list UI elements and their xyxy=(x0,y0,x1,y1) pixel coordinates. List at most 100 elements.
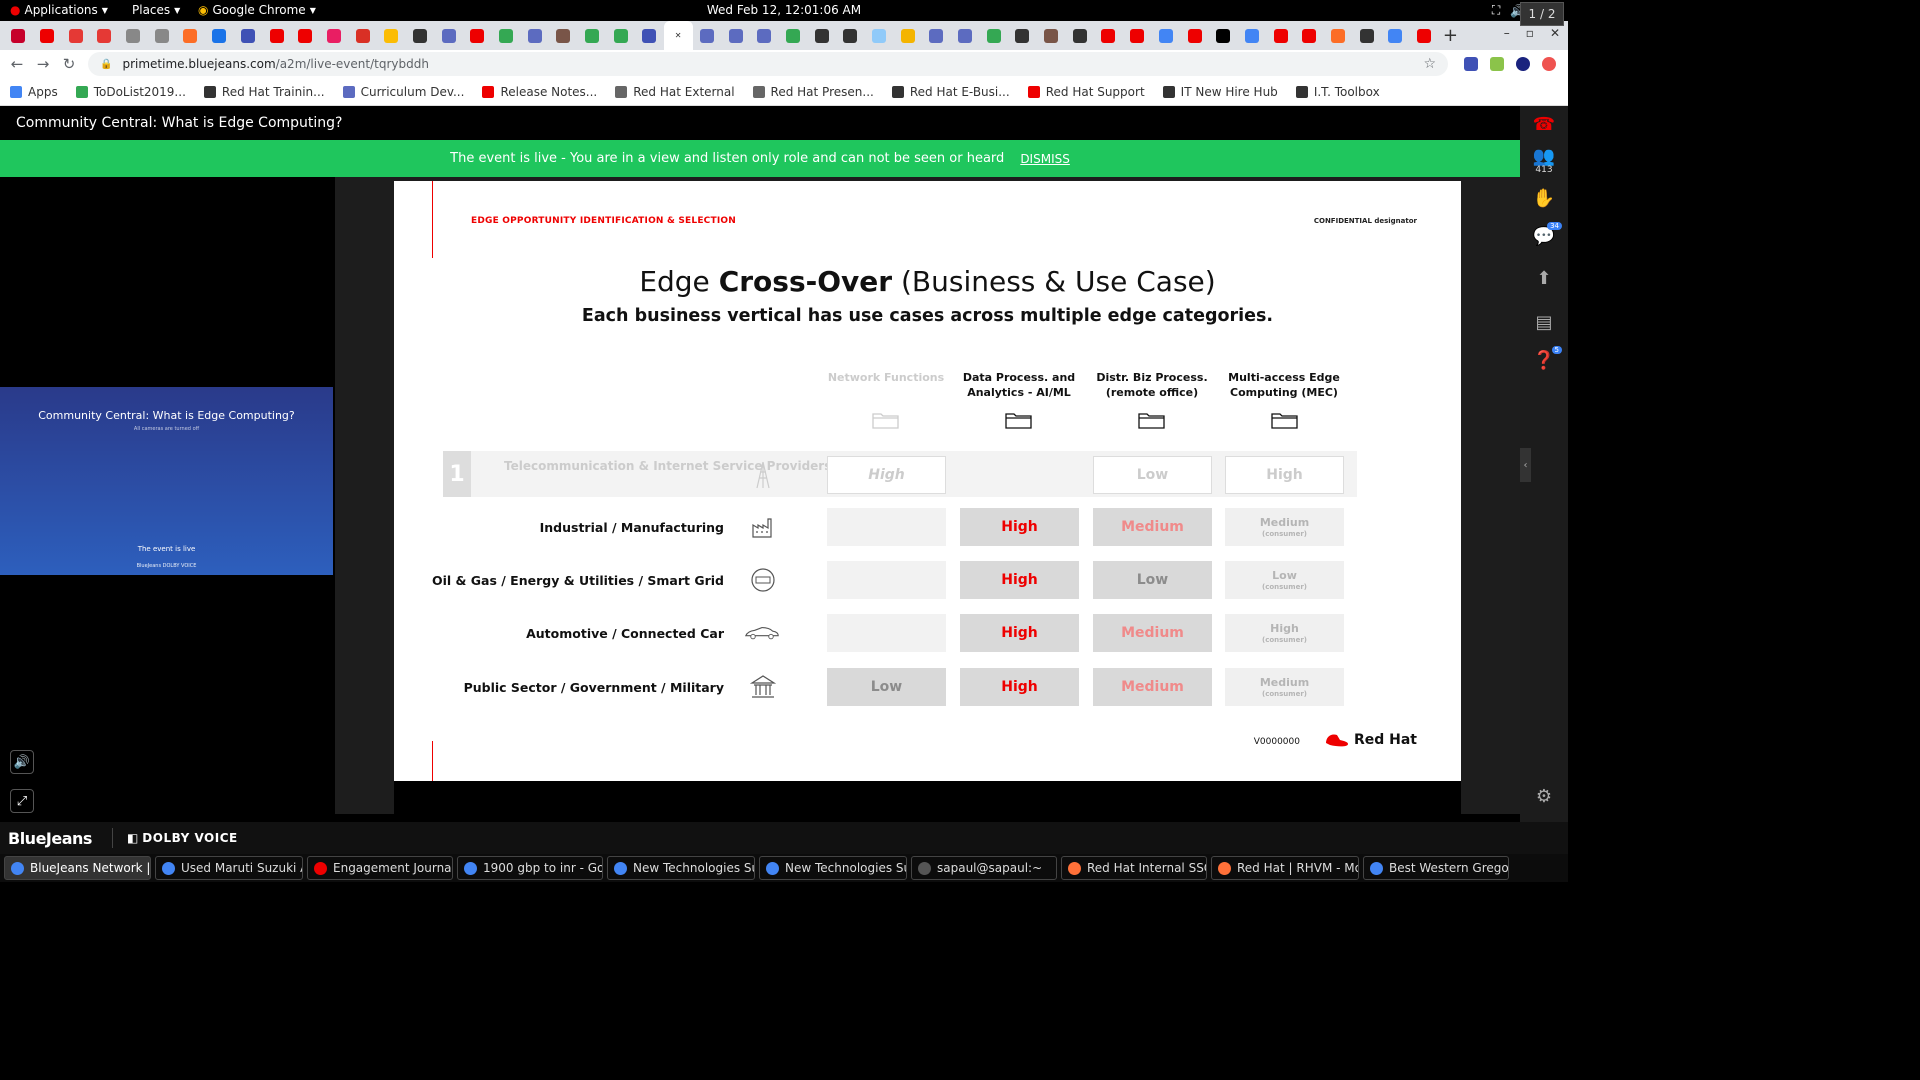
taskbar-window[interactable]: Best Western Gregor... xyxy=(1363,856,1509,880)
bookmark-item[interactable]: I.T. Toolbox xyxy=(1295,85,1380,99)
browser-tab[interactable] xyxy=(951,21,980,50)
browser-tab[interactable] xyxy=(578,21,607,50)
browser-menu[interactable]: ◉ Google Chrome ▼ xyxy=(198,3,316,17)
browser-tab[interactable] xyxy=(406,21,435,50)
browser-tab[interactable] xyxy=(205,21,234,50)
browser-tab[interactable] xyxy=(1094,21,1123,50)
browser-tab[interactable] xyxy=(1209,21,1238,50)
browser-tab[interactable] xyxy=(492,21,521,50)
browser-tab[interactable] xyxy=(291,21,320,50)
presenter-thumbnail[interactable]: Community Central: What is Edge Computin… xyxy=(0,387,333,575)
taskbar-window[interactable]: Used Maruti Suzuki Al... xyxy=(155,856,303,880)
bookmark-item[interactable]: Red Hat Support xyxy=(1027,85,1145,99)
browser-tab[interactable] xyxy=(1180,21,1209,50)
browser-tab[interactable] xyxy=(520,21,549,50)
bookmark-item[interactable]: IT New Hire Hub xyxy=(1162,85,1278,99)
browser-tab[interactable] xyxy=(434,21,463,50)
chat-button[interactable]: 💬 34 xyxy=(1520,222,1568,247)
browser-tab[interactable] xyxy=(549,21,578,50)
browser-tab[interactable] xyxy=(635,21,664,50)
browser-tab[interactable] xyxy=(779,21,808,50)
browser-tab[interactable] xyxy=(893,21,922,50)
browser-tab[interactable] xyxy=(320,21,349,50)
browser-tab[interactable] xyxy=(4,21,33,50)
browser-tab[interactable] xyxy=(1008,21,1037,50)
dismiss-button[interactable]: DISMISS xyxy=(1020,152,1070,166)
browser-tab[interactable] xyxy=(147,21,176,50)
bookmark-item[interactable]: ToDoList2019... xyxy=(75,85,186,99)
taskbar-window[interactable]: Red Hat | RHVM - Mo... xyxy=(1211,856,1359,880)
taskbar-window[interactable]: Red Hat Internal SSO... xyxy=(1061,856,1207,880)
qa-button[interactable]: ❓ 5 xyxy=(1520,346,1568,371)
close-tab-icon[interactable]: ✕ xyxy=(675,31,682,40)
browser-tab[interactable] xyxy=(262,21,291,50)
browser-tab[interactable] xyxy=(176,21,205,50)
browser-tab[interactable] xyxy=(348,21,377,50)
maximize-icon[interactable]: ▫ xyxy=(1526,26,1534,40)
taskbar-window[interactable]: sapaul@sapaul:~ xyxy=(911,856,1057,880)
browser-tab[interactable] xyxy=(693,21,722,50)
extension-icon[interactable] xyxy=(1542,57,1556,71)
taskbar-window[interactable]: BlueJeans Network | ... xyxy=(4,856,151,880)
bookmark-item[interactable]: Curriculum Dev... xyxy=(342,85,464,99)
browser-tab[interactable] xyxy=(721,21,750,50)
browser-tab[interactable] xyxy=(606,21,635,50)
reload-icon[interactable]: ↻ xyxy=(56,55,82,73)
settings-gear-icon[interactable]: ⚙ xyxy=(1520,786,1568,807)
workspace-switcher[interactable]: 1 / 2 xyxy=(1520,2,1564,26)
browser-tab[interactable] xyxy=(1295,21,1324,50)
places-menu[interactable]: Places ▼ xyxy=(132,3,180,17)
share-icon[interactable]: ⬆ xyxy=(1520,268,1568,289)
bookmark-star-icon[interactable]: ☆ xyxy=(1423,56,1436,72)
browser-tab[interactable] xyxy=(1123,21,1152,50)
collapse-rail-handle[interactable]: ‹ xyxy=(1520,448,1531,482)
browser-tab[interactable] xyxy=(377,21,406,50)
browser-tab[interactable] xyxy=(61,21,90,50)
browser-tab[interactable] xyxy=(234,21,263,50)
profile-avatar[interactable] xyxy=(1516,57,1530,71)
taskbar-window[interactable]: Engagement Journal:... xyxy=(307,856,453,880)
browser-tab[interactable] xyxy=(1352,21,1381,50)
leave-call-icon[interactable]: ☎ xyxy=(1520,114,1568,135)
browser-tab[interactable] xyxy=(1037,21,1066,50)
browser-tab[interactable] xyxy=(1381,21,1410,50)
browser-tab[interactable] xyxy=(807,21,836,50)
browser-tab[interactable] xyxy=(1065,21,1094,50)
bookmark-item[interactable]: Red Hat Presen... xyxy=(752,85,874,99)
browser-tab[interactable] xyxy=(1410,21,1439,50)
browser-tab[interactable] xyxy=(463,21,492,50)
back-icon[interactable]: ← xyxy=(4,55,30,73)
extension-icon[interactable] xyxy=(1490,57,1504,71)
browser-tab[interactable] xyxy=(979,21,1008,50)
bookmark-item[interactable]: Red Hat Trainin... xyxy=(203,85,325,99)
bookmark-item[interactable]: Red Hat E-Busi... xyxy=(891,85,1010,99)
browser-tab[interactable] xyxy=(1266,21,1295,50)
browser-tab[interactable] xyxy=(922,21,951,50)
bookmark-item[interactable]: Apps xyxy=(10,85,58,99)
feedback-icon[interactable]: ▤ xyxy=(1520,312,1568,333)
close-icon[interactable]: ✕ xyxy=(1550,26,1560,40)
forward-icon[interactable]: → xyxy=(30,55,56,73)
participants-button[interactable]: 👥 413 xyxy=(1520,146,1568,175)
taskbar-window[interactable]: New Technologies Su... xyxy=(759,856,907,880)
browser-tab[interactable] xyxy=(1238,21,1267,50)
bookmark-item[interactable]: Red Hat External xyxy=(615,85,735,99)
applications-menu[interactable]: ● Applications ▼ xyxy=(10,3,108,17)
taskbar-window[interactable]: New Technologies Su... xyxy=(607,856,755,880)
speaker-volume-button[interactable]: 🔊 xyxy=(10,750,34,774)
browser-tab[interactable] xyxy=(90,21,119,50)
new-tab-button[interactable]: + xyxy=(1438,25,1462,46)
browser-tab[interactable] xyxy=(750,21,779,50)
taskbar-window[interactable]: 1900 gbp to inr - Go... xyxy=(457,856,603,880)
clock[interactable]: Wed Feb 12, 12:01:06 AM xyxy=(707,3,861,17)
browser-tab[interactable] xyxy=(1324,21,1353,50)
minimize-icon[interactable]: – xyxy=(1504,26,1510,40)
browser-tab[interactable] xyxy=(865,21,894,50)
fullscreen-button[interactable]: ⤢ xyxy=(10,789,34,813)
address-bar[interactable]: 🔒 primetime.bluejeans.com/a2m/live-event… xyxy=(88,52,1448,76)
browser-tab[interactable] xyxy=(1152,21,1181,50)
browser-tab[interactable] xyxy=(836,21,865,50)
browser-tab[interactable]: ✕ xyxy=(663,21,693,50)
browser-tab[interactable] xyxy=(33,21,62,50)
bookmark-item[interactable]: Release Notes... xyxy=(482,85,597,99)
